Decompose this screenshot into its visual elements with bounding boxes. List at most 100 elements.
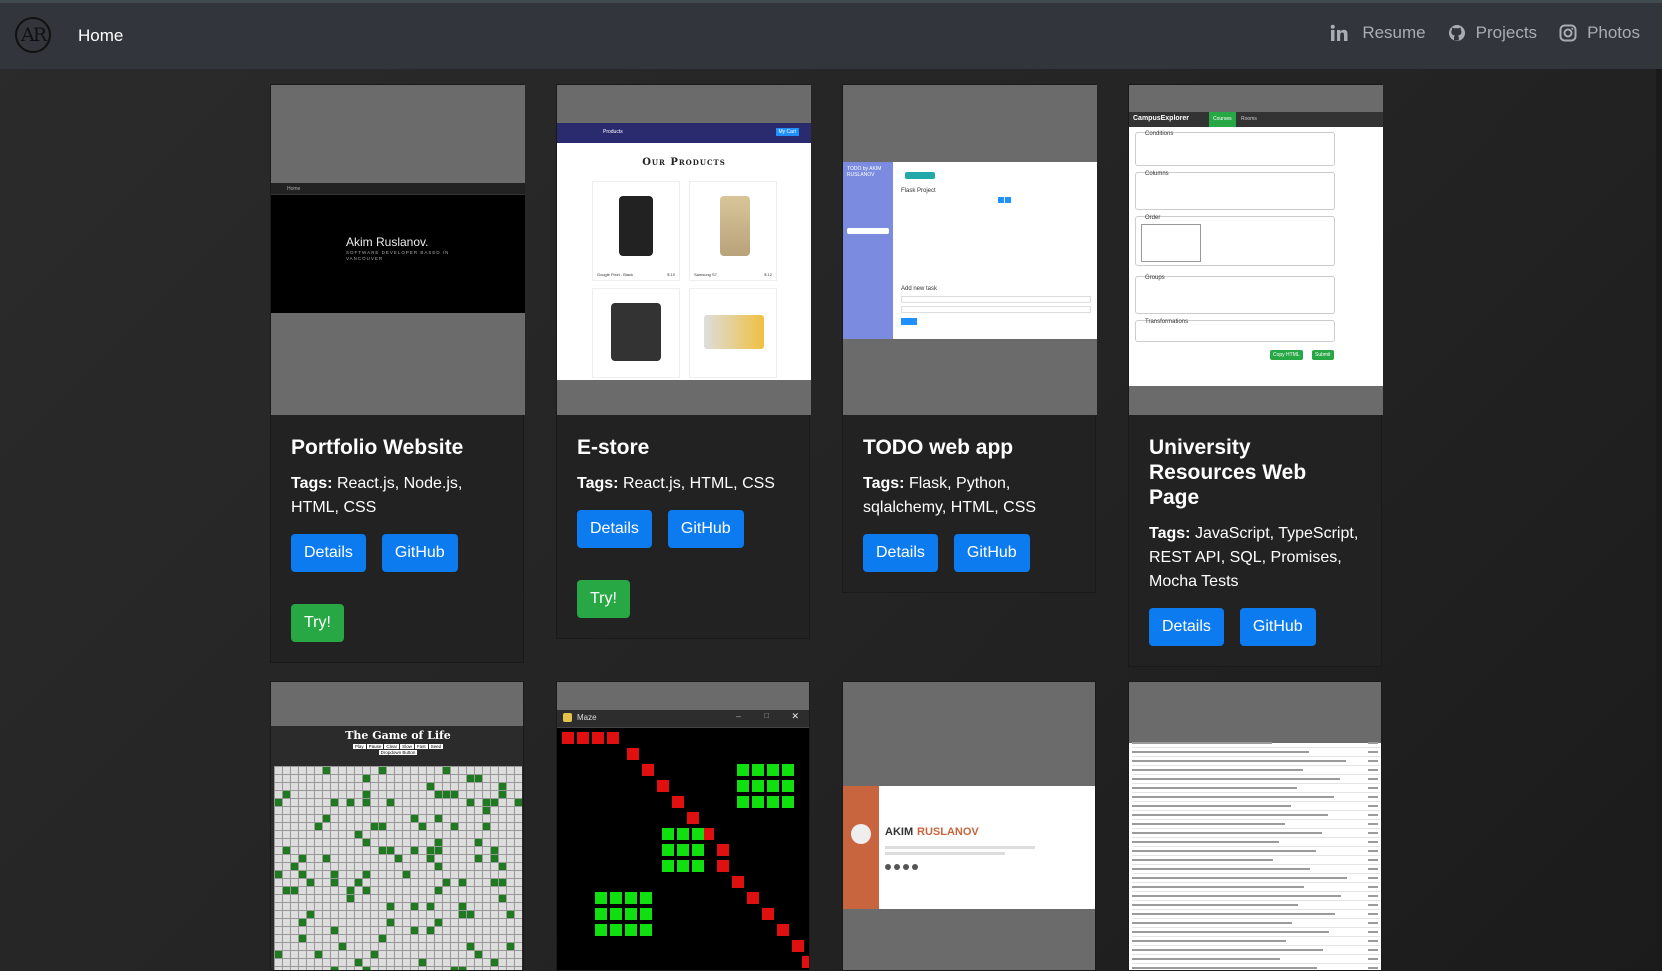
row-text xyxy=(1132,814,1328,816)
github-button[interactable]: GitHub xyxy=(953,534,1030,572)
logo[interactable]: AR xyxy=(15,17,51,53)
tags-label: Tags: xyxy=(577,475,619,492)
tags-value: React.js, HTML, CSS xyxy=(622,475,775,492)
card-title: TODO web app xyxy=(863,436,1014,459)
project-thumbnail[interactable]: TODO by AKIM RUSLANOV Flask Project Add … xyxy=(843,85,1097,415)
live-cell xyxy=(491,959,498,966)
table-row xyxy=(1132,868,1380,874)
live-cell xyxy=(283,791,290,798)
details-button[interactable]: Details xyxy=(291,534,366,572)
row-text xyxy=(1132,886,1304,888)
details-button[interactable]: Details xyxy=(1149,608,1224,646)
try-button[interactable]: Try! xyxy=(577,580,630,618)
live-cell xyxy=(387,903,394,910)
project-thumbnail[interactable]: CampusExplorer Courses Rooms Conditions … xyxy=(1129,85,1383,415)
live-cell xyxy=(467,943,474,950)
goal-cell xyxy=(692,860,704,872)
goal-cell xyxy=(782,764,794,776)
table-row xyxy=(1132,877,1380,883)
github-icon[interactable] xyxy=(1448,24,1466,42)
thumb-title: The Game of Life xyxy=(345,729,451,742)
live-cell xyxy=(411,847,418,854)
row-value xyxy=(1368,769,1378,771)
goal-cell xyxy=(737,780,749,792)
live-cell xyxy=(435,815,442,822)
live-cell xyxy=(475,839,482,846)
goal-cell xyxy=(782,796,794,808)
live-cell xyxy=(491,855,498,862)
live-cell xyxy=(379,847,386,854)
details-button[interactable]: Details xyxy=(577,510,652,548)
linkedin-icon[interactable] xyxy=(1330,24,1348,42)
goal-cell xyxy=(767,780,779,792)
nav-projects-link[interactable]: Projects xyxy=(1476,23,1537,43)
scrollbar[interactable] xyxy=(1656,69,1662,971)
goal-cell xyxy=(625,892,637,904)
row-value xyxy=(1368,949,1378,951)
card-body: Portfolio Website Tags: React.js, Node.j… xyxy=(271,415,523,662)
thumb-name-last: RUSLANOV xyxy=(917,826,979,838)
project-thumbnail[interactable]: Maze – □ ✕ xyxy=(557,682,809,970)
path-cell xyxy=(802,956,809,968)
row-text xyxy=(1132,769,1303,771)
path-cell xyxy=(562,732,574,744)
path-cell xyxy=(762,908,774,920)
goal-cell xyxy=(677,828,689,840)
table-row xyxy=(1132,895,1380,901)
details-button[interactable]: Details xyxy=(863,534,938,572)
nav-photos-link[interactable]: Photos xyxy=(1587,23,1640,43)
table-row xyxy=(1132,832,1380,838)
project-thumbnail[interactable]: Home Akim Ruslanov. SOFTWARE DEVELOPER B… xyxy=(271,85,525,415)
live-cell xyxy=(347,895,354,902)
row-text xyxy=(1132,823,1285,825)
table-row xyxy=(1132,922,1380,928)
instagram-icon[interactable] xyxy=(1559,24,1577,42)
nav-resume-link[interactable]: Resume xyxy=(1362,23,1425,43)
row-text xyxy=(1132,859,1273,861)
table-row xyxy=(1132,904,1380,910)
row-text xyxy=(1132,922,1292,924)
live-cell xyxy=(427,783,434,790)
thumb-submit: Submit xyxy=(1312,350,1334,360)
row-value xyxy=(1368,940,1378,942)
live-cell xyxy=(443,879,450,886)
table-row xyxy=(1132,796,1380,802)
github-button[interactable]: GitHub xyxy=(381,534,458,572)
nav-home-link[interactable]: Home xyxy=(78,26,123,46)
thumb-control: Pause xyxy=(366,744,384,749)
live-cell xyxy=(379,823,386,830)
project-thumbnail[interactable]: AKIM RUSLANOV xyxy=(843,682,1095,970)
live-cell xyxy=(403,871,410,878)
row-value xyxy=(1368,868,1378,870)
live-cell xyxy=(291,887,298,894)
live-cell xyxy=(331,799,338,806)
live-cell xyxy=(395,855,402,862)
card-body: E-store Tags: React.js, HTML, CSS Detail… xyxy=(557,415,809,638)
live-cell xyxy=(443,767,450,774)
project-card-todo: TODO by AKIM RUSLANOV Flask Project Add … xyxy=(842,84,1097,593)
table-row xyxy=(1132,940,1380,946)
live-cell xyxy=(499,879,506,886)
project-thumbnail[interactable]: Products My Cart Our Products Google Pix… xyxy=(557,85,811,415)
github-button[interactable]: GitHub xyxy=(1239,608,1316,646)
row-text xyxy=(1132,778,1340,780)
thumb-tab-rooms: Rooms xyxy=(1241,116,1257,122)
project-thumbnail[interactable]: The Game of Life Play Pause Clear Slow F… xyxy=(271,682,523,970)
row-value xyxy=(1368,913,1378,915)
row-value xyxy=(1368,787,1378,789)
live-cell xyxy=(363,775,370,782)
row-value xyxy=(1368,760,1378,762)
live-cell xyxy=(355,831,362,838)
table-row xyxy=(1132,760,1380,766)
live-cell xyxy=(467,799,474,806)
live-cell xyxy=(435,887,442,894)
close-icon: ✕ xyxy=(791,711,799,721)
project-thumbnail[interactable] xyxy=(1129,682,1381,970)
maze-screenshot: Maze – □ ✕ xyxy=(557,710,809,970)
github-button[interactable]: GitHub xyxy=(667,510,744,548)
project-card-university: CampusExplorer Courses Rooms Conditions … xyxy=(1128,84,1383,667)
path-cell xyxy=(792,940,804,952)
thumb-order: Order xyxy=(1145,215,1161,221)
try-button[interactable]: Try! xyxy=(291,604,344,642)
goal-cell xyxy=(692,844,704,856)
